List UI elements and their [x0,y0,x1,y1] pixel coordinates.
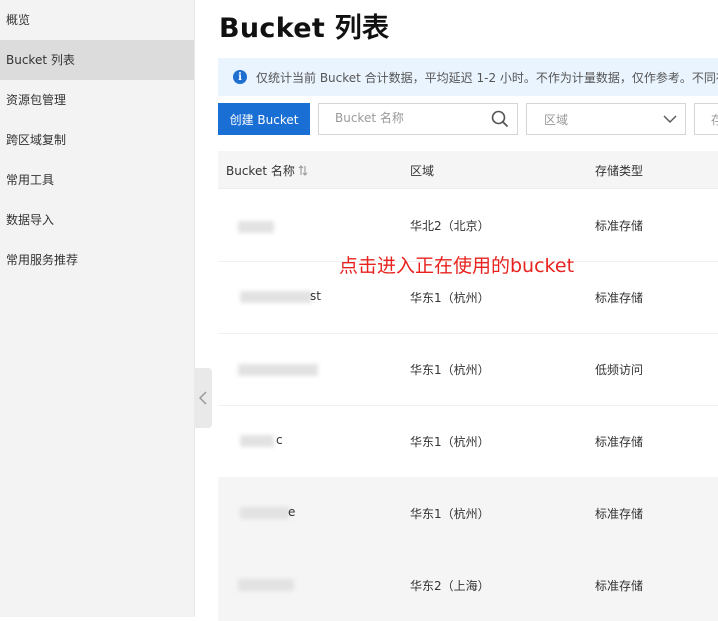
notice-text: 仅统计当前 Bucket 合计数据，平均延迟 1-2 小时。不作为计量数据，仅作… [256,70,718,85]
sidebar-item-cross-region-replication[interactable]: 跨区域复制 [0,120,194,160]
region-cell: 华东2（上海） [410,579,490,593]
region-cell: 华北2（北京） [410,219,490,233]
table-row[interactable]: e 华东1（杭州） 标准存储 [218,477,718,550]
region-select[interactable]: 区域 [526,103,686,135]
storage-type-cell: 标准存储 [595,507,644,521]
sidebar: 概览 Bucket 列表 资源包管理 跨区域复制 常用工具 数据导入 常用服务推… [0,0,195,617]
storage-type-cell: 标准存储 [595,579,644,593]
storage-type-cell: 标准存储 [595,435,644,449]
chevron-down-icon [663,115,677,123]
region-cell: 华东1（杭州） [410,435,490,449]
toolbar: 创建 Bucket 区域 存 [218,103,718,135]
redacted-bucket-name [240,291,312,303]
sidebar-item-overview[interactable]: 概览 [0,0,194,40]
storage-type-cell: 标准存储 [595,291,644,305]
annotation-text: 点击进入正在使用的bucket [339,255,575,277]
region-select-placeholder: 区域 [544,113,569,127]
table-row[interactable]: 华东2（上海） 标准存储 [218,549,718,621]
storage-type-cell: 标准存储 [595,219,644,233]
redacted-bucket-name [240,507,290,519]
search-icon[interactable] [491,110,509,128]
storage-type-cell: 低频访问 [595,363,644,377]
sidebar-item-resource-packages[interactable]: 资源包管理 [0,80,194,120]
page-title: Bucket 列表 [219,13,390,44]
sidebar-item-bucket-list[interactable]: Bucket 列表 [0,40,194,80]
redacted-bucket-name [238,221,274,233]
redacted-bucket-name [240,435,274,447]
chevron-left-icon [199,391,207,405]
storage-type-select[interactable]: 存 [694,103,718,135]
sidebar-item-recommended-services[interactable]: 常用服务推荐 [0,240,194,280]
bucket-name-search-input[interactable] [319,104,485,132]
redacted-bucket-name [238,364,318,376]
search-box [318,103,518,135]
info-icon: i [233,70,247,84]
sort-icon[interactable] [298,165,308,176]
bucket-name-link[interactable]: c [276,433,283,447]
sidebar-item-data-import[interactable]: 数据导入 [0,200,194,240]
table-row[interactable]: 华东1（杭州） 低频访问 [218,333,718,406]
storage-type-select-placeholder: 存 [711,113,718,127]
column-header-storage-type: 存储类型 [595,164,644,178]
region-cell: 华东1（杭州） [410,363,490,377]
table-header: Bucket 名称 区域 存储类型 [218,151,718,189]
column-header-region: 区域 [410,164,435,178]
create-bucket-button[interactable]: 创建 Bucket [218,103,310,135]
notice-banner: i 仅统计当前 Bucket 合计数据，平均延迟 1-2 小时。不作为计量数据，… [218,58,718,96]
region-cell: 华东1（杭州） [410,507,490,521]
redacted-bucket-name [238,579,294,591]
column-header-label: Bucket 名称 [226,164,295,178]
sidebar-item-common-tools[interactable]: 常用工具 [0,160,194,200]
table-row[interactable]: c 华东1（杭州） 标准存储 [218,405,718,478]
region-cell: 华东1（杭州） [410,291,490,305]
sidebar-collapse-handle[interactable] [194,368,212,428]
bucket-name-link[interactable]: st [310,289,321,303]
column-header-bucket-name[interactable]: Bucket 名称 [226,162,308,179]
bucket-name-link[interactable]: e [288,505,295,519]
